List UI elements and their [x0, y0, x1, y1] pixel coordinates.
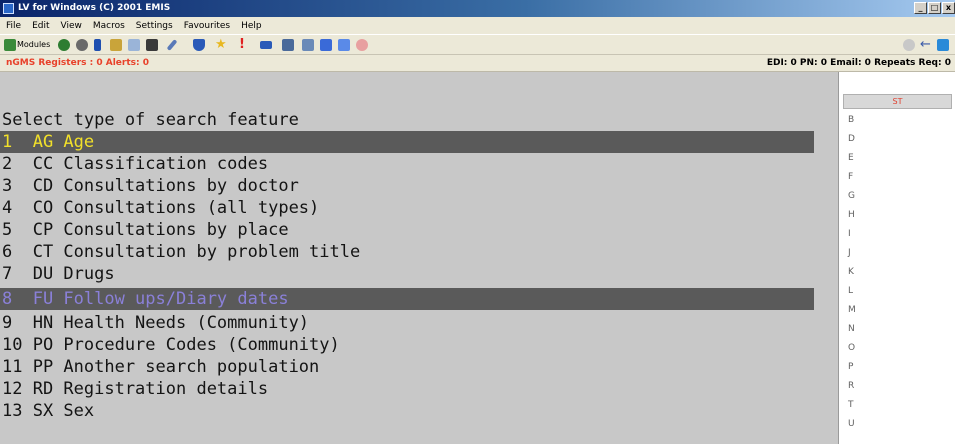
menu-favourites[interactable]: Favourites — [184, 21, 230, 31]
option-consultations-by-place[interactable]: 5 CP Consultations by place — [2, 219, 289, 241]
index-letter[interactable]: U — [848, 416, 855, 433]
index-letter[interactable]: O — [848, 340, 855, 357]
index-letter[interactable]: H — [848, 207, 855, 224]
menu-file[interactable]: File — [6, 21, 21, 31]
option-consultation-by-problem-title[interactable]: 6 CT Consultation by problem title — [2, 241, 360, 263]
menu-view[interactable]: View — [61, 21, 82, 31]
menu-help[interactable]: Help — [241, 21, 262, 31]
stop-icon[interactable] — [356, 39, 368, 51]
menu-macros[interactable]: Macros — [93, 21, 125, 31]
status-bar: nGMS Registers : 0 Alerts: 0 EDI: 0 PN: … — [0, 55, 955, 72]
index-letter[interactable]: G — [848, 188, 855, 205]
chart-icon[interactable] — [320, 39, 332, 51]
option-registration-details[interactable]: 12 RD Registration details — [2, 378, 268, 400]
option-sex[interactable]: 13 SX Sex — [2, 400, 94, 422]
index-letter[interactable]: D — [848, 131, 855, 148]
people-icon[interactable] — [58, 39, 70, 51]
search-feature-heading: Select type of search feature — [2, 110, 299, 130]
copy-icon[interactable] — [110, 39, 122, 51]
option-procedure-codes[interactable]: 10 PO Procedure Codes (Community) — [2, 334, 340, 356]
app-icon — [3, 3, 14, 14]
option-another-search-population[interactable]: 11 PP Another search population — [2, 356, 319, 378]
save-icon[interactable] — [146, 39, 158, 51]
option-classification-codes[interactable]: 2 CC Classification codes — [2, 153, 268, 175]
title-bar: LV for Windows (C) 2001 EMIS _ □ x — [0, 0, 955, 17]
paste-icon[interactable] — [128, 39, 140, 51]
option-follow-ups[interactable]: 8 FU Follow ups/Diary dates — [2, 288, 289, 310]
registers-alerts-status: nGMS Registers : 0 Alerts: 0 — [6, 58, 149, 68]
index-letter[interactable]: F — [848, 169, 853, 186]
index-letter[interactable]: T — [848, 397, 854, 414]
menu-edit[interactable]: Edit — [32, 21, 49, 31]
menu-bar: File Edit View Macros Settings Favourite… — [0, 17, 955, 34]
back-arrow-icon[interactable]: ← — [920, 38, 932, 51]
terminal-area: Select type of search feature 1 AG Age 2… — [0, 72, 838, 444]
option-drugs[interactable]: 7 DU Drugs — [2, 263, 115, 285]
modules-icon[interactable] — [4, 39, 16, 51]
option-consultations-all-types[interactable]: 4 CO Consultations (all types) — [2, 197, 319, 219]
selected-row-highlight — [0, 131, 814, 153]
refresh-icon[interactable] — [903, 39, 915, 51]
window-title: LV for Windows (C) 2001 EMIS — [18, 3, 171, 13]
side-index-panel: ST B D E F G H I J K L M N O P R T U — [838, 72, 955, 444]
index-letter[interactable]: E — [848, 150, 854, 167]
grid-icon[interactable] — [282, 39, 294, 51]
index-letter[interactable]: P — [848, 359, 853, 376]
bar-icon[interactable] — [94, 39, 101, 51]
side-panel-header[interactable]: ST — [843, 94, 952, 109]
index-letter[interactable]: L — [848, 283, 853, 300]
exclamation-icon[interactable]: ! — [239, 38, 251, 51]
menu-settings[interactable]: Settings — [136, 21, 173, 31]
index-letter[interactable]: N — [848, 321, 855, 338]
modules-label[interactable]: Modules — [17, 40, 50, 49]
minimize-button[interactable]: _ — [914, 2, 927, 14]
monitor-icon[interactable] — [302, 39, 314, 51]
document-icon[interactable] — [338, 39, 350, 51]
index-letter[interactable]: K — [848, 264, 854, 281]
index-letter[interactable]: R — [848, 378, 854, 395]
maximize-button[interactable]: □ — [928, 2, 941, 14]
option-age[interactable]: 1 AG Age — [2, 131, 94, 153]
index-letter[interactable]: I — [848, 226, 851, 243]
cut-icon[interactable] — [166, 39, 178, 51]
index-letter[interactable]: B — [848, 112, 854, 129]
edi-email-status: EDI: 0 PN: 0 Email: 0 Repeats Req: 0 — [766, 58, 951, 68]
index-letter[interactable]: M — [848, 302, 856, 319]
star-icon[interactable]: ★ — [215, 38, 227, 51]
toolbar: Modules ★ ! ← — [0, 34, 955, 55]
option-consultations-by-doctor[interactable]: 3 CD Consultations by doctor — [2, 175, 299, 197]
card-icon[interactable] — [260, 41, 272, 49]
option-health-needs[interactable]: 9 HN Health Needs (Community) — [2, 312, 309, 334]
index-letter[interactable]: J — [848, 245, 851, 262]
close-button[interactable]: x — [942, 2, 955, 14]
tools-icon[interactable] — [76, 39, 88, 51]
globe-icon[interactable] — [937, 39, 949, 51]
flask-icon[interactable] — [193, 39, 205, 51]
